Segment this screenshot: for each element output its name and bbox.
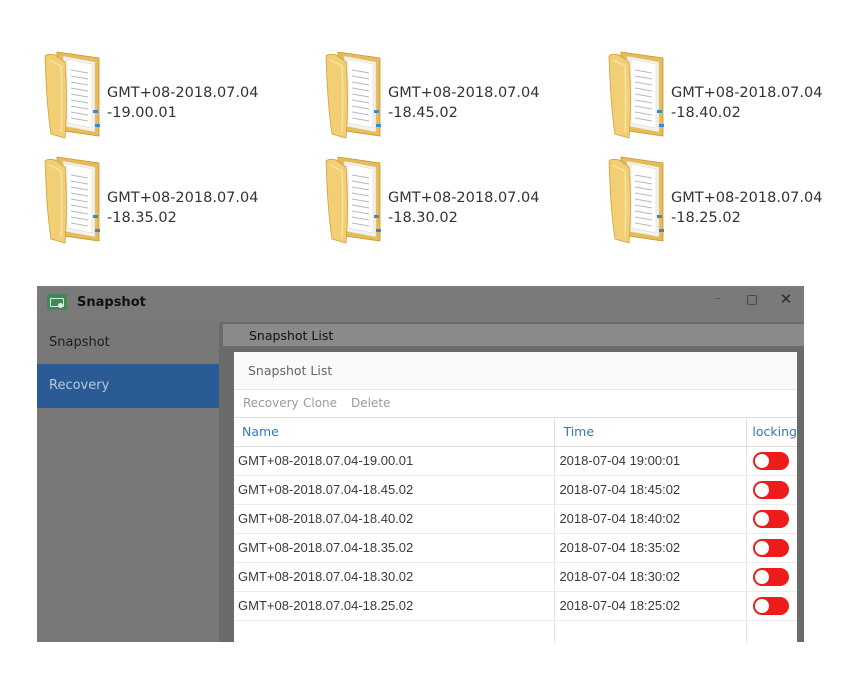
folder-label: GMT+08-2018.07.04 -18.35.02 xyxy=(107,190,259,226)
window-title: Snapshot xyxy=(77,295,146,310)
column-header-locking[interactable]: locking xyxy=(746,418,797,447)
table-row[interactable]: GMT+08-2018.07.04-19.00.01 2018-07-04 19… xyxy=(234,446,797,476)
folder-icon xyxy=(325,156,381,244)
row-name: GMT+08-2018.07.04-18.25.02 xyxy=(234,591,556,621)
row-locking xyxy=(746,504,797,534)
folder-item[interactable]: GMT+08-2018.07.04 -18.40.02 xyxy=(607,48,847,148)
row-time: 2018-07-04 18:35:02 xyxy=(554,533,748,563)
snapshot-app-icon xyxy=(47,294,67,310)
panel-title: Snapshot List xyxy=(248,363,333,378)
folder-label: GMT+08-2018.07.04 -19.00.01 xyxy=(107,85,259,121)
delete-button[interactable]: Delete xyxy=(351,396,390,410)
column-header-name[interactable]: Name xyxy=(234,418,556,447)
lock-toggle[interactable] xyxy=(753,538,790,557)
row-locking xyxy=(746,562,797,592)
folder-label: GMT+08-2018.07.04 -18.30.02 xyxy=(388,190,540,226)
maximize-button[interactable]: □ xyxy=(741,288,763,310)
folder-label: GMT+08-2018.07.04 -18.25.02 xyxy=(671,190,823,226)
row-locking xyxy=(746,591,797,621)
lock-toggle[interactable] xyxy=(753,509,790,528)
row-time: 2018-07-04 19:00:01 xyxy=(554,446,748,476)
row-name: GMT+08-2018.07.04-18.40.02 xyxy=(234,504,556,534)
folder-item[interactable]: GMT+08-2018.07.04 -18.25.02 xyxy=(607,153,847,253)
row-time: 2018-07-04 18:25:02 xyxy=(554,591,748,621)
folder-item[interactable]: GMT+08-2018.07.04 -18.30.02 xyxy=(324,153,564,253)
empty-cell xyxy=(234,620,556,642)
tab-snapshot-list[interactable]: Snapshot List xyxy=(249,328,333,343)
snapshot-table: Name Time locking GMT+08-2018.07.04-19.0… xyxy=(234,418,797,642)
folder-item[interactable]: GMT+08-2018.07.04 -18.35.02 xyxy=(43,153,283,253)
table-row[interactable]: GMT+08-2018.07.04-18.30.02 2018-07-04 18… xyxy=(234,562,797,592)
toolbar: Recovery Clone Delete xyxy=(234,390,797,418)
row-name: GMT+08-2018.07.04-18.30.02 xyxy=(234,562,556,592)
folder-label: GMT+08-2018.07.04 -18.40.02 xyxy=(671,85,823,121)
row-locking xyxy=(746,533,797,563)
title-bar[interactable]: Snapshot – □ ✕ xyxy=(37,286,804,322)
clone-button[interactable]: Clone xyxy=(303,396,337,410)
folder-label: GMT+08-2018.07.04 -18.45.02 xyxy=(388,85,540,121)
column-header-time[interactable]: Time xyxy=(554,418,748,447)
lock-toggle[interactable] xyxy=(753,451,790,470)
lock-toggle[interactable] xyxy=(753,596,790,615)
row-time: 2018-07-04 18:45:02 xyxy=(554,475,748,505)
empty-cell xyxy=(747,620,797,642)
lock-toggle[interactable] xyxy=(753,567,790,586)
snapshot-window: Snapshot – □ ✕ Snapshot Recovery Snapsho… xyxy=(37,286,804,642)
row-time: 2018-07-04 18:30:02 xyxy=(554,562,748,592)
lock-toggle[interactable] xyxy=(753,480,790,499)
table-row[interactable]: GMT+08-2018.07.04-18.35.02 2018-07-04 18… xyxy=(234,533,797,563)
folder-icon xyxy=(325,51,381,139)
sidebar-item-snapshot[interactable]: Snapshot xyxy=(37,322,219,364)
table-header-row: Name Time locking xyxy=(234,418,797,447)
panel-header: Snapshot List xyxy=(234,352,797,390)
minimize-button[interactable]: – xyxy=(707,288,729,310)
row-name: GMT+08-2018.07.04-18.45.02 xyxy=(234,475,556,505)
folder-item[interactable]: GMT+08-2018.07.04 -19.00.01 xyxy=(43,48,283,148)
row-name: GMT+08-2018.07.04-19.00.01 xyxy=(234,446,556,476)
folder-item[interactable]: GMT+08-2018.07.04 -18.45.02 xyxy=(324,48,564,148)
row-time: 2018-07-04 18:40:02 xyxy=(554,504,748,534)
folder-icon xyxy=(608,156,664,244)
row-name: GMT+08-2018.07.04-18.35.02 xyxy=(234,533,556,563)
close-button[interactable]: ✕ xyxy=(775,288,797,310)
empty-row xyxy=(234,620,797,642)
row-locking xyxy=(746,475,797,505)
row-locking xyxy=(746,446,797,476)
main-content: Snapshot List Snapshot List Recovery Clo… xyxy=(219,322,804,642)
snapshot-list-panel: Snapshot List Recovery Clone Delete Name… xyxy=(234,352,797,642)
table-row[interactable]: GMT+08-2018.07.04-18.45.02 2018-07-04 18… xyxy=(234,475,797,505)
table-row[interactable]: GMT+08-2018.07.04-18.40.02 2018-07-04 18… xyxy=(234,504,797,534)
tab-strip: Snapshot List xyxy=(223,324,804,346)
recovery-button[interactable]: Recovery xyxy=(243,396,299,410)
table-row[interactable]: GMT+08-2018.07.04-18.25.02 2018-07-04 18… xyxy=(234,591,797,621)
folder-icon xyxy=(44,156,100,244)
empty-cell xyxy=(554,620,748,642)
sidebar: Snapshot Recovery xyxy=(37,322,219,642)
folder-icon xyxy=(608,51,664,139)
sidebar-item-recovery[interactable]: Recovery xyxy=(37,364,219,408)
folder-icon xyxy=(44,51,100,139)
